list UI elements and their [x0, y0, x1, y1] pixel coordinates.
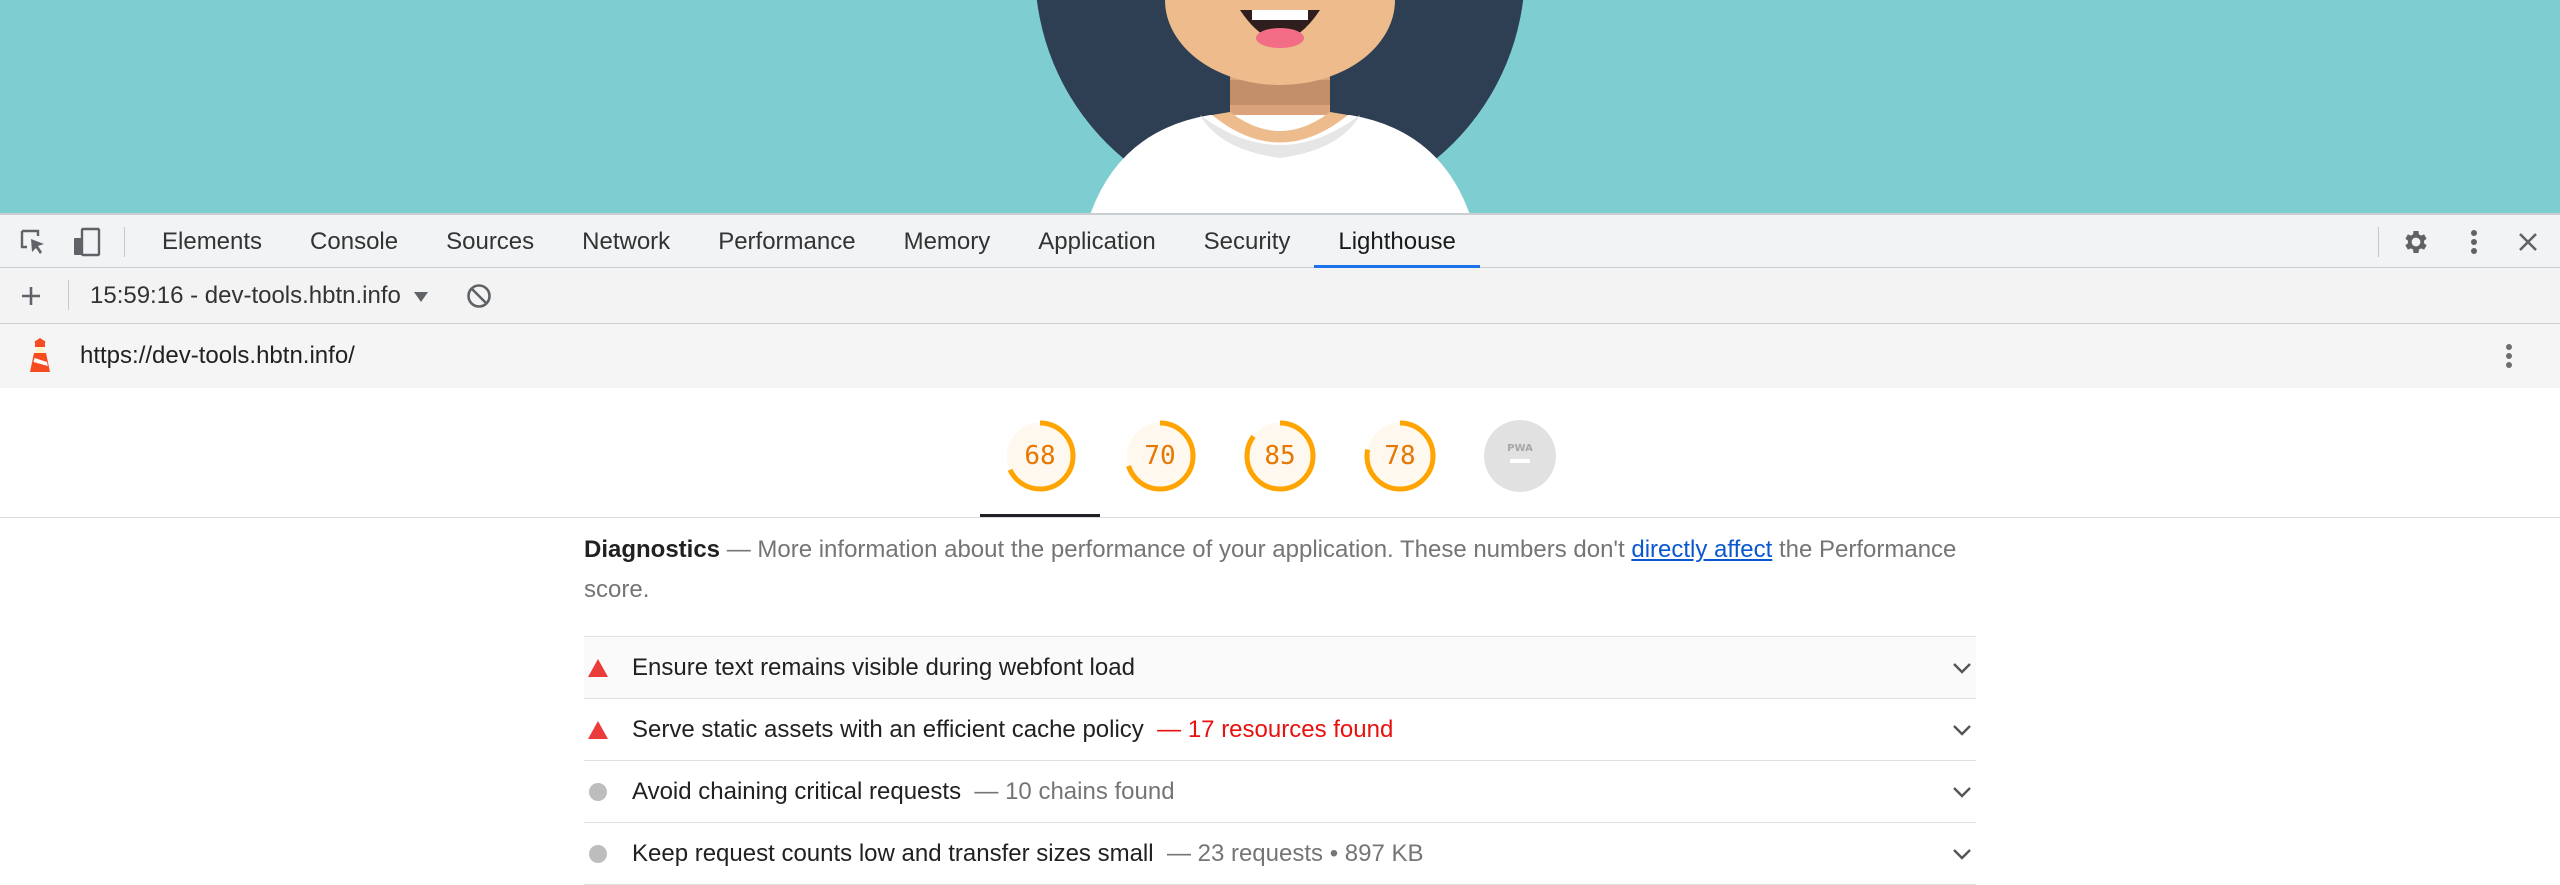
audit-list: Ensure text remains visible during webfo…: [584, 636, 1976, 885]
fail-triangle-icon: [588, 637, 608, 698]
tab-performance[interactable]: Performance: [694, 215, 879, 268]
chevron-down-icon: [1952, 761, 1972, 822]
tab-lighthouse[interactable]: Lighthouse: [1314, 215, 1480, 268]
best-practices-gauge[interactable]: 85: [1242, 418, 1318, 494]
gauge-score: 78: [1384, 441, 1416, 471]
inspect-element-icon[interactable]: [14, 215, 52, 268]
inspected-page-preview: [0, 0, 2560, 213]
report-content: Diagnostics — More information about the…: [584, 518, 1976, 885]
more-options-icon[interactable]: [2494, 324, 2524, 388]
tab-console[interactable]: Console: [286, 215, 422, 268]
selected-gauge-indicator: [980, 514, 1100, 517]
tab-memory[interactable]: Memory: [880, 215, 1015, 268]
toolbar-divider: [68, 280, 69, 310]
audit-title: Ensure text remains visible during webfo…: [632, 653, 1135, 681]
info-circle-icon: [588, 761, 608, 822]
chevron-down-icon: [1952, 699, 1972, 760]
report-selector[interactable]: 15:59:16 - dev-tools.hbtn.info: [90, 268, 429, 323]
lighthouse-logo-icon: [22, 324, 58, 388]
gear-icon[interactable]: [2398, 215, 2434, 268]
chevron-down-icon: [1952, 823, 1972, 884]
diagnostics-title: Diagnostics: [584, 536, 721, 563]
toolbar-divider: [124, 227, 125, 257]
tab-application[interactable]: Application: [1014, 215, 1179, 268]
chevron-down-icon: [1952, 637, 1972, 698]
device-toolbar-icon[interactable]: [68, 215, 106, 268]
toolbar-divider: [2378, 227, 2379, 257]
tab-security[interactable]: Security: [1180, 215, 1315, 268]
audit-item[interactable]: Serve static assets with an efficient ca…: [584, 699, 1976, 761]
plus-icon[interactable]: [14, 268, 48, 323]
seo-gauge[interactable]: 78: [1362, 418, 1438, 494]
report-url-bar: https://dev-tools.hbtn.info/: [0, 324, 2560, 388]
performance-gauge[interactable]: 68: [1002, 418, 1078, 494]
clear-icon[interactable]: [462, 268, 496, 323]
audit-item[interactable]: Ensure text remains visible during webfo…: [584, 637, 1976, 699]
pwa-gauge[interactable]: PWA: [1482, 418, 1558, 494]
diagnostics-separator: —: [726, 536, 751, 563]
diagnostics-text: More information about the performance o…: [757, 536, 1625, 563]
audit-item[interactable]: Avoid chaining critical requests — 10 ch…: [584, 761, 1976, 823]
panel-tabs: Elements Console Sources Network Perform…: [138, 215, 1480, 268]
accessibility-gauge[interactable]: 70: [1122, 418, 1198, 494]
audit-title: Avoid chaining critical requests — 10 ch…: [632, 777, 1175, 805]
diagnostics-description: Diagnostics — More information about the…: [584, 530, 1976, 610]
audit-title: Serve static assets with an efficient ca…: [632, 715, 1394, 743]
caret-down-icon: [413, 282, 429, 310]
report-url: https://dev-tools.hbtn.info/: [80, 342, 355, 369]
gauge-score: 68: [1024, 441, 1056, 471]
tab-elements[interactable]: Elements: [138, 215, 286, 268]
gauge-score: 85: [1264, 441, 1296, 471]
audit-detail: — 10 chains found: [974, 777, 1175, 805]
audit-detail: — 17 resources found: [1157, 715, 1394, 743]
audit-title: Keep request counts low and transfer siz…: [632, 839, 1424, 867]
score-gauges: 68 70 85 78 PWA: [0, 388, 2560, 518]
pwa-badge-text: PWA: [1507, 443, 1533, 454]
fail-triangle-icon: [588, 699, 608, 760]
devtools-tab-bar: Elements Console Sources Network Perform…: [0, 213, 2560, 268]
avatar-illustration: [1036, 0, 1524, 213]
directly-affect-link[interactable]: directly affect: [1631, 536, 1772, 563]
close-icon[interactable]: [2512, 215, 2544, 268]
report-selector-label: 15:59:16 - dev-tools.hbtn.info: [90, 281, 401, 309]
gauge-score: 70: [1144, 441, 1176, 471]
audit-item[interactable]: Keep request counts low and transfer siz…: [584, 823, 1976, 885]
more-options-icon[interactable]: [2458, 215, 2490, 268]
audit-detail: — 23 requests • 897 KB: [1166, 839, 1424, 867]
tab-network[interactable]: Network: [558, 215, 694, 268]
tab-sources[interactable]: Sources: [422, 215, 558, 268]
lighthouse-toolbar: 15:59:16 - dev-tools.hbtn.info: [0, 268, 2560, 324]
info-circle-icon: [588, 823, 608, 884]
